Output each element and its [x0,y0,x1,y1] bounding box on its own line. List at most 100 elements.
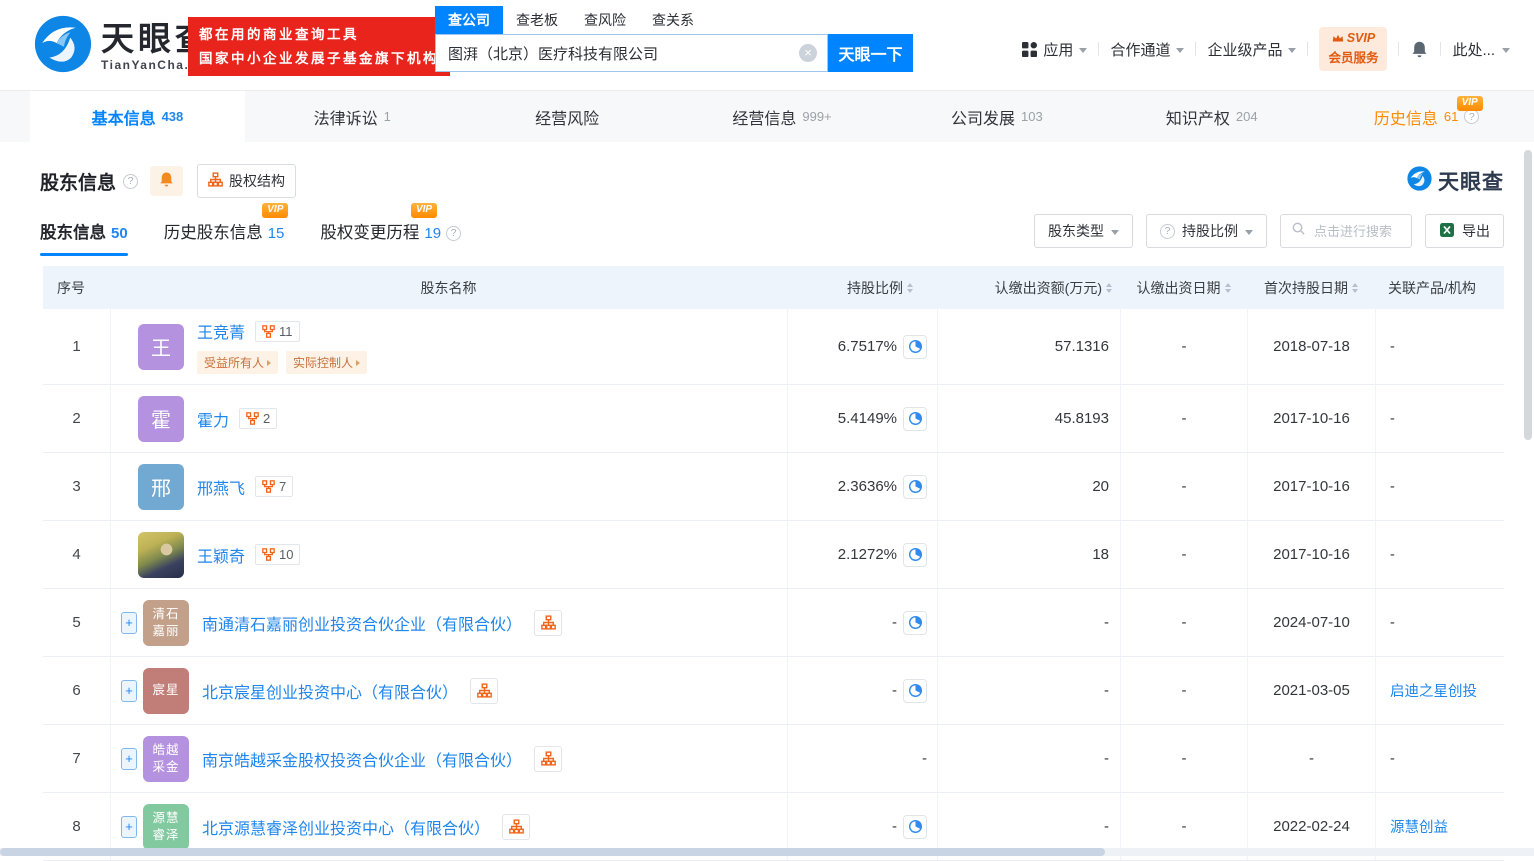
user-menu[interactable]: 此处... [1452,39,1510,60]
expand-row-button[interactable]: + [121,815,137,838]
subscribed-date-cell: - [1120,521,1247,588]
shareholder-name-cell: + 皓越 采金 南京皓越采金股权投资合伙企业（有限合伙） [110,725,787,792]
pie-chart-icon-button[interactable] [903,610,927,635]
related-product-value: - [1390,478,1395,495]
shareholder-name-link[interactable]: 邢燕飞 [197,475,245,499]
column-header[interactable]: 首次持股日期 [1247,266,1375,309]
related-product-link[interactable]: 源慧创益 [1390,816,1448,837]
svip-membership-button[interactable]: SVIP 会员服务 [1319,27,1388,72]
ratio-filter[interactable]: 持股比例 [1146,214,1267,248]
sort-icon[interactable] [1106,282,1112,293]
avatar: 宸星 [143,667,189,714]
equity-structure-icon-button[interactable] [534,745,563,772]
equity-structure-icon-button[interactable] [502,813,531,840]
shareholder-name-link[interactable]: 北京宸星创业投资中心（有限合伙） [202,679,458,703]
clear-search-icon[interactable]: × [799,44,817,62]
export-button[interactable]: 导出 [1425,214,1504,248]
shareholder-tag[interactable]: 受益所有人 [197,351,279,374]
shareholder-name-link[interactable]: 王竞菁 [197,319,245,343]
table-row: 5 + 清石 嘉丽 南通清石嘉丽创业投资合伙企业（有限合伙） - - -2024-07-10- [43,589,1504,657]
main-tab-company-development[interactable]: 公司发展 103 [889,91,1104,142]
sort-icon[interactable] [1352,282,1358,293]
nav-item-apps[interactable]: 应用 [1022,39,1088,60]
pie-chart-icon-button[interactable] [903,474,927,499]
subscribed-date-cell: - [1120,385,1247,452]
pie-chart-icon-button[interactable] [903,814,927,839]
main-tab-basic-info[interactable]: 基本信息 438 [30,91,245,142]
crown-icon [1332,34,1344,43]
pie-chart-icon-button[interactable] [903,406,927,431]
sort-icon[interactable] [907,282,913,293]
main-tab-operating-risk[interactable]: 经营风险 [460,91,675,142]
row-number: 7 [72,750,81,767]
subscribed-amount-cell: - [937,589,1120,656]
ratio-cell: 5.4149% [787,385,937,452]
table-controls: 股东类型 持股比例 导出 [1034,214,1504,256]
help-icon[interactable] [123,173,139,189]
help-icon[interactable] [446,225,462,241]
vertical-scrollbar[interactable] [1524,150,1532,840]
horizontal-scrollbar[interactable] [0,848,1534,856]
pie-chart-icon-button[interactable] [903,334,927,359]
main-tab-intellectual-property[interactable]: 知识产权 204 [1104,91,1319,142]
nav-item-enterprise-products[interactable]: 企业级产品 [1207,39,1297,60]
shareholder-name-link[interactable]: 王颖奇 [197,543,245,567]
shareholder-name-link[interactable]: 南京皓越采金股权投资合伙企业（有限合伙） [202,747,522,771]
expand-row-button[interactable]: + [121,679,137,702]
equity-structure-icon-button[interactable] [534,609,563,636]
search-icon [1291,221,1306,241]
relations-count-badge[interactable]: 11 [255,320,300,342]
shareholder-type-filter[interactable]: 股东类型 [1034,214,1133,248]
related-product-value: - [1390,410,1395,427]
related-product-value: - [1390,750,1395,767]
help-icon[interactable] [1464,109,1480,124]
equity-structure-button[interactable]: 股权结构 [197,164,297,198]
main-tab-history-info[interactable]: VIP 历史信息 61 [1319,91,1534,142]
search-tab-risk[interactable]: 查风险 [571,6,639,34]
first-holding-date-cell: 2021-03-05 [1247,657,1375,724]
vertical-scrollbar-thumb[interactable] [1524,150,1532,440]
nav-item-cooperation[interactable]: 合作通道 [1110,39,1185,60]
notification-bell-button[interactable] [150,166,184,196]
shareholder-name-cell: + 宸星 北京宸星创业投资中心（有限合伙） [110,657,787,724]
subscribed-date-cell: - [1120,725,1247,792]
shareholder-tag[interactable]: 实际控制人 [286,351,368,374]
table-header: 序号 股东名称 持股比例 认缴出资额(万元) 认缴出资日期 首次持股日期 关联产品/机构 [43,266,1504,309]
shareholder-name-link[interactable]: 南通清石嘉丽创业投资合伙企业（有限合伙） [202,611,522,635]
column-header[interactable]: 持股比例 [787,266,937,309]
search-tab-boss[interactable]: 查老板 [503,6,571,34]
expand-row-button[interactable]: + [121,611,137,634]
chevron-down-icon [1502,47,1510,53]
shareholder-name-link[interactable]: 霍力 [197,407,229,431]
vip-badge: VIP [1456,96,1483,111]
subtab-equity-change-history[interactable]: VIP 股权变更历程 19 [320,203,462,256]
related-product-link[interactable]: 启迪之星创投 [1390,680,1477,701]
table-search-input[interactable] [1312,222,1401,240]
search-tab-relation[interactable]: 查关系 [639,6,707,34]
shareholder-subtabs: 股东信息 50 VIP 历史股东信息 15 VIP 股权变更历程 19 [40,203,462,256]
pie-chart-icon-button[interactable] [903,542,927,567]
relations-count-badge[interactable]: 2 [239,408,278,429]
main-tab-legal-proceedings[interactable]: 法律诉讼 1 [245,91,460,142]
ratio-cell: 2.1272% [787,521,937,588]
horizontal-scrollbar-thumb[interactable] [0,848,1105,856]
relations-count-badge[interactable]: 7 [255,476,294,497]
search-button[interactable]: 天眼一下 [828,34,913,72]
shareholder-name-cell: 霍霍力 2 [110,385,787,452]
search-tab-company[interactable]: 查公司 [435,6,503,34]
company-search-input[interactable] [436,35,827,71]
expand-row-button[interactable]: + [121,747,137,770]
ratio-cell: - [787,657,937,724]
main-tab-business-info[interactable]: 经营信息 999+ [675,91,890,142]
subtab-shareholders-history[interactable]: VIP 历史股东信息 15 [164,203,289,256]
sort-icon[interactable] [1224,282,1231,293]
shareholder-name-link[interactable]: 北京源慧睿泽创业投资中心（有限合伙） [202,815,490,839]
ratio-cell: - [787,589,937,656]
subtab-shareholders-current[interactable]: 股东信息 50 [40,219,128,256]
column-header[interactable]: 认缴出资日期 [1120,266,1247,309]
equity-structure-icon-button[interactable] [470,677,499,704]
relations-count-badge[interactable]: 10 [255,544,301,565]
pie-chart-icon-button[interactable] [903,678,927,703]
notifications-bell-icon[interactable] [1410,40,1429,59]
column-header[interactable]: 认缴出资额(万元) [937,266,1120,309]
